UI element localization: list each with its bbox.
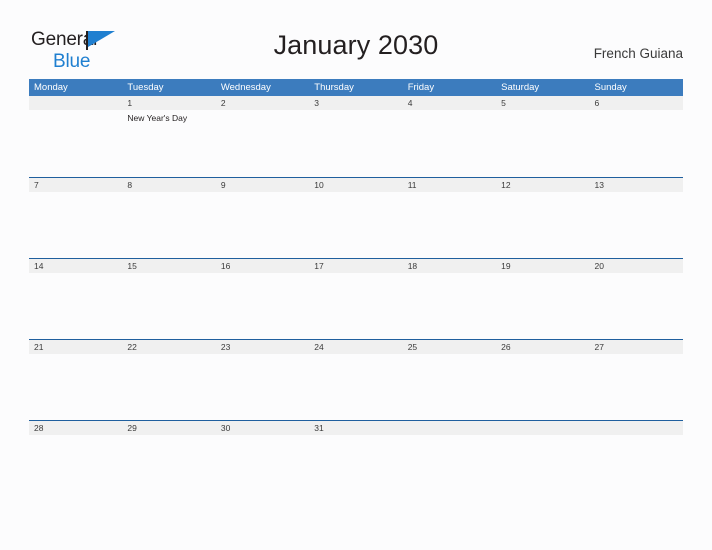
date-strip: 14 15 16 17 18 19 20: [29, 259, 683, 273]
date-number[interactable]: 28: [29, 421, 122, 435]
date-strip: 21 22 23 24 25 26 27: [29, 340, 683, 354]
day-cell[interactable]: [122, 354, 215, 420]
date-number[interactable]: 2: [216, 96, 309, 110]
day-cell[interactable]: [122, 192, 215, 258]
date-number[interactable]: 29: [122, 421, 215, 435]
date-number[interactable]: 9: [216, 178, 309, 192]
day-cell[interactable]: [496, 435, 589, 501]
date-number[interactable]: 12: [496, 178, 589, 192]
day-cell[interactable]: [496, 192, 589, 258]
week-row: 7 8 9 10 11 12 13: [29, 177, 683, 258]
day-cell[interactable]: [590, 435, 683, 501]
day-cell[interactable]: [496, 273, 589, 339]
weekday-wednesday: Wednesday: [220, 82, 271, 93]
day-cell[interactable]: [29, 192, 122, 258]
day-cell[interactable]: [590, 273, 683, 339]
date-number[interactable]: [403, 421, 496, 435]
day-cell[interactable]: [590, 110, 683, 176]
date-number[interactable]: 21: [29, 340, 122, 354]
day-cell[interactable]: New Year's Day: [122, 110, 215, 176]
date-number[interactable]: 10: [309, 178, 402, 192]
date-number[interactable]: 19: [496, 259, 589, 273]
day-cell[interactable]: [29, 273, 122, 339]
date-number[interactable]: 16: [216, 259, 309, 273]
day-cell[interactable]: [403, 110, 496, 176]
date-number[interactable]: 13: [590, 178, 683, 192]
day-cell[interactable]: [216, 354, 309, 420]
date-number[interactable]: 20: [590, 259, 683, 273]
day-cell[interactable]: [496, 110, 589, 176]
date-number[interactable]: 18: [403, 259, 496, 273]
date-number[interactable]: 4: [403, 96, 496, 110]
weekday-saturday: Saturday: [501, 82, 540, 93]
week-row: 28 29 30 31: [29, 420, 683, 501]
date-number[interactable]: 6: [590, 96, 683, 110]
date-number[interactable]: 5: [496, 96, 589, 110]
day-cells: [29, 273, 683, 339]
day-cell[interactable]: [496, 354, 589, 420]
day-cell[interactable]: [309, 110, 402, 176]
day-cells: [29, 354, 683, 420]
date-number[interactable]: [590, 421, 683, 435]
date-number[interactable]: [496, 421, 589, 435]
day-cell[interactable]: [29, 110, 122, 176]
weekday-header-row: Monday Tuesday Wednesday Thursday Friday…: [29, 79, 683, 96]
day-cell[interactable]: [122, 435, 215, 501]
day-cell[interactable]: [309, 273, 402, 339]
date-number[interactable]: 14: [29, 259, 122, 273]
date-number[interactable]: 31: [309, 421, 402, 435]
day-cell[interactable]: [216, 435, 309, 501]
calendar-grid: Monday Tuesday Wednesday Thursday Friday…: [29, 79, 683, 501]
day-cell[interactable]: [309, 192, 402, 258]
day-cells: [29, 435, 683, 501]
date-number[interactable]: 3: [309, 96, 402, 110]
day-cell[interactable]: [403, 354, 496, 420]
weekday-tuesday: Tuesday: [127, 82, 164, 93]
date-number[interactable]: 17: [309, 259, 402, 273]
date-number[interactable]: 15: [122, 259, 215, 273]
date-number[interactable]: 11: [403, 178, 496, 192]
day-cell[interactable]: [216, 110, 309, 176]
event-label: New Year's Day: [127, 113, 188, 123]
date-number[interactable]: 24: [309, 340, 402, 354]
day-cell[interactable]: [29, 354, 122, 420]
day-cell[interactable]: [122, 273, 215, 339]
date-number[interactable]: 22: [122, 340, 215, 354]
date-strip: 28 29 30 31: [29, 421, 683, 435]
date-number[interactable]: 25: [403, 340, 496, 354]
day-cell[interactable]: [590, 192, 683, 258]
day-cell[interactable]: [29, 435, 122, 501]
date-number[interactable]: 8: [122, 178, 215, 192]
day-cell[interactable]: [216, 192, 309, 258]
region-label: French Guiana: [593, 46, 683, 61]
date-strip: 1 2 3 4 5 6: [29, 96, 683, 110]
calendar-page: General Blue January 2030 French Guiana …: [0, 0, 712, 550]
day-cells: [29, 192, 683, 258]
date-strip: 7 8 9 10 11 12 13: [29, 178, 683, 192]
weekday-sunday: Sunday: [594, 82, 627, 93]
date-number[interactable]: 7: [29, 178, 122, 192]
day-cell[interactable]: [403, 273, 496, 339]
date-number[interactable]: 23: [216, 340, 309, 354]
weekday-monday: Monday: [34, 82, 68, 93]
week-row: 1 2 3 4 5 6 New Year's Day: [29, 96, 683, 177]
date-number[interactable]: 26: [496, 340, 589, 354]
day-cell[interactable]: [216, 273, 309, 339]
day-cell[interactable]: [309, 435, 402, 501]
day-cell[interactable]: [403, 192, 496, 258]
page-header: General Blue January 2030 French Guiana: [0, 0, 712, 76]
day-cell[interactable]: [403, 435, 496, 501]
date-number[interactable]: [29, 96, 122, 110]
date-number[interactable]: 27: [590, 340, 683, 354]
weekday-friday: Friday: [407, 82, 435, 93]
date-number[interactable]: 1: [122, 96, 215, 110]
day-cell[interactable]: [590, 354, 683, 420]
week-row: 21 22 23 24 25 26 27: [29, 339, 683, 420]
day-cells: New Year's Day: [29, 110, 683, 176]
weekday-thursday: Thursday: [314, 82, 354, 93]
week-row: 14 15 16 17 18 19 20: [29, 258, 683, 339]
day-cell[interactable]: [309, 354, 402, 420]
date-number[interactable]: 30: [216, 421, 309, 435]
